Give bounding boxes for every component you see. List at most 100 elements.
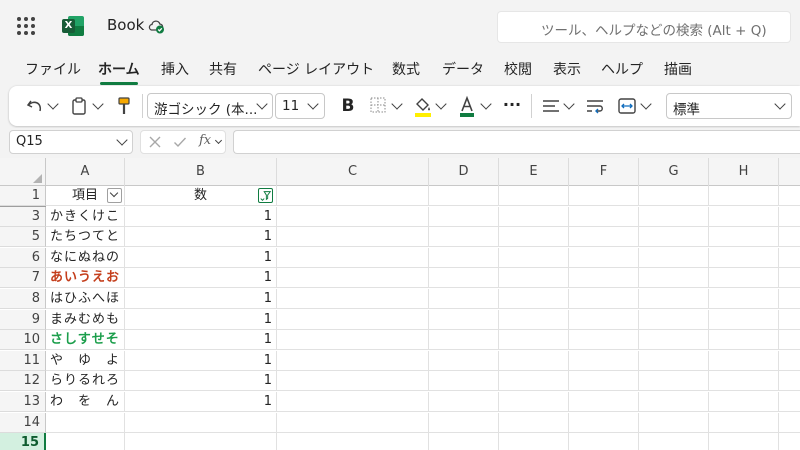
cell-empty[interactable] <box>639 206 709 227</box>
font-name-select[interactable]: 游ゴシック (本... <box>147 93 273 119</box>
row-header[interactable]: 8 <box>0 289 46 309</box>
cell-empty[interactable] <box>569 433 639 450</box>
cell-empty[interactable] <box>709 206 779 227</box>
cell-empty[interactable] <box>277 433 429 450</box>
cell-item[interactable]: さしすせそ <box>46 330 125 351</box>
fill-color-icon[interactable] <box>413 94 433 118</box>
merge-dropdown-chevron-icon[interactable] <box>640 98 652 110</box>
paste-dropdown-chevron-icon[interactable] <box>92 98 104 110</box>
number-format-select[interactable]: 標準 <box>666 93 792 119</box>
cell-count[interactable]: 1 <box>125 371 277 392</box>
cell-empty[interactable] <box>499 186 569 206</box>
cell-empty[interactable] <box>569 227 639 248</box>
cell-empty[interactable] <box>639 309 709 330</box>
cell-empty[interactable] <box>709 392 779 412</box>
cell-item[interactable]: らりるれろ <box>46 371 125 392</box>
cell-empty[interactable] <box>277 289 429 309</box>
tab-file[interactable]: ファイル <box>25 59 81 79</box>
tab-share[interactable]: 共有 <box>209 59 237 79</box>
cell-empty[interactable] <box>779 207 800 227</box>
cell-empty[interactable] <box>499 371 569 392</box>
cell-empty[interactable] <box>569 247 639 268</box>
cell-empty[interactable] <box>429 371 499 392</box>
cell-item[interactable] <box>46 412 125 433</box>
cell-empty[interactable] <box>779 186 800 206</box>
cell-empty[interactable] <box>709 186 779 206</box>
font-color-dropdown-chevron-icon[interactable] <box>480 98 492 110</box>
tab-data[interactable]: データ <box>442 59 484 79</box>
cell-empty[interactable] <box>709 412 779 433</box>
cell-empty[interactable] <box>779 248 800 268</box>
cell-empty[interactable] <box>277 247 429 268</box>
cell-empty[interactable] <box>779 413 800 433</box>
cell-count[interactable]: 1 <box>125 268 277 289</box>
cell-empty[interactable] <box>569 206 639 227</box>
cell-empty[interactable] <box>429 330 499 351</box>
cell-empty[interactable] <box>569 392 639 412</box>
cell-empty[interactable] <box>639 371 709 392</box>
tab-page-layout[interactable]: ページ レイアウト <box>258 59 374 79</box>
row-header[interactable]: 5 <box>0 227 46 248</box>
cell-empty[interactable] <box>639 289 709 309</box>
bold-button[interactable]: B <box>340 94 356 118</box>
cell-count[interactable]: 1 <box>125 392 277 412</box>
row-header[interactable]: 1 <box>0 186 46 206</box>
select-all-button[interactable] <box>0 158 46 186</box>
font-size-select[interactable]: 11 <box>275 93 325 119</box>
cell-empty[interactable] <box>569 309 639 330</box>
cell-empty[interactable] <box>709 268 779 289</box>
row-header[interactable]: 15 <box>0 433 46 450</box>
cell-count[interactable]: 1 <box>125 289 277 309</box>
column-header-e[interactable]: E <box>499 158 569 186</box>
cell-empty[interactable] <box>277 206 429 227</box>
cell-empty[interactable] <box>639 186 709 206</box>
merge-cells-icon[interactable] <box>617 94 637 118</box>
insert-function-button[interactable]: fx <box>199 133 211 148</box>
align-icon[interactable] <box>541 94 561 118</box>
cell-empty[interactable] <box>709 330 779 351</box>
cell-empty[interactable] <box>779 268 800 289</box>
cell-empty[interactable] <box>429 392 499 412</box>
cell-empty[interactable] <box>277 350 429 371</box>
cell-count[interactable]: 数 <box>125 186 277 206</box>
cell-item[interactable]: わ を ん <box>46 392 125 412</box>
cell-item[interactable]: まみむめも <box>46 309 125 330</box>
cell-item[interactable]: や ゆ よ <box>46 350 125 371</box>
cell-count[interactable]: 1 <box>125 309 277 330</box>
cell-empty[interactable] <box>639 227 709 248</box>
cell-empty[interactable] <box>709 350 779 371</box>
cell-empty[interactable] <box>779 392 800 412</box>
row-header[interactable]: 11 <box>0 350 46 371</box>
cell-empty[interactable] <box>779 371 800 392</box>
cell-empty[interactable] <box>639 247 709 268</box>
filter-active-button[interactable] <box>258 188 273 203</box>
cell-empty[interactable] <box>277 371 429 392</box>
undo-icon[interactable] <box>25 94 45 118</box>
document-title[interactable]: Book <box>107 16 144 34</box>
cell-count[interactable] <box>125 412 277 433</box>
cell-empty[interactable] <box>499 392 569 412</box>
cell-count[interactable]: 1 <box>125 227 277 248</box>
cell-empty[interactable] <box>277 412 429 433</box>
tab-formulas[interactable]: 数式 <box>392 59 420 79</box>
cell-empty[interactable] <box>499 227 569 248</box>
cell-count[interactable]: 1 <box>125 350 277 371</box>
cell-item[interactable]: はひふへほ <box>46 289 125 309</box>
cell-empty[interactable] <box>499 330 569 351</box>
cell-empty[interactable] <box>277 268 429 289</box>
cell-empty[interactable] <box>429 412 499 433</box>
tab-home[interactable]: ホーム <box>98 59 140 85</box>
column-header-h[interactable]: H <box>709 158 779 186</box>
cell-empty[interactable] <box>429 268 499 289</box>
column-header-b[interactable]: B <box>125 158 277 186</box>
search-box[interactable]: ツール、ヘルプなどの検索 (Alt + Q) <box>497 11 791 43</box>
undo-dropdown-chevron-icon[interactable] <box>47 98 59 110</box>
cell-empty[interactable] <box>639 330 709 351</box>
row-header[interactable]: 9 <box>0 309 46 330</box>
cell-empty[interactable] <box>569 289 639 309</box>
tab-insert[interactable]: 挿入 <box>161 59 189 79</box>
column-header-d[interactable]: D <box>429 158 499 186</box>
cell-count[interactable]: 1 <box>125 330 277 351</box>
cell-empty[interactable] <box>639 412 709 433</box>
name-box[interactable]: Q15 <box>9 130 133 154</box>
